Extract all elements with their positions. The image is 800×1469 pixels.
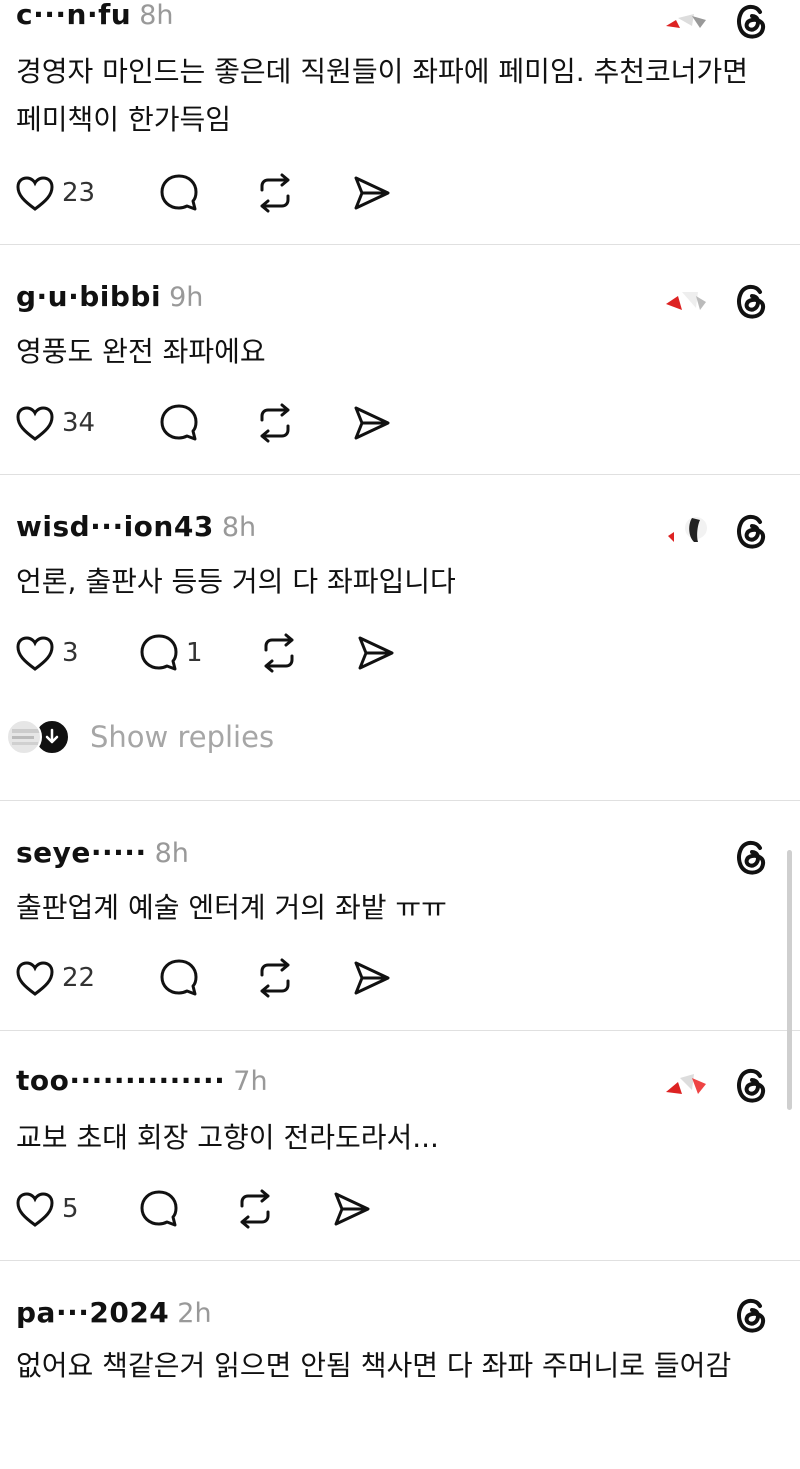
comment-bubble-icon — [160, 404, 198, 441]
repost-icon — [264, 633, 294, 673]
threads-logo-icon[interactable] — [732, 1294, 770, 1336]
comment-button[interactable] — [138, 1187, 234, 1231]
post-header: g·u·bibbi 9h — [16, 280, 203, 320]
username[interactable]: pa···2024 — [16, 1296, 169, 1329]
timestamp: 8h — [154, 838, 189, 869]
share-button[interactable] — [350, 171, 392, 215]
post-text: 언론, 출판사 등등 거의 다 좌파입니다 — [16, 565, 456, 598]
repost-button[interactable] — [254, 401, 350, 445]
share-button[interactable] — [330, 1187, 372, 1231]
like-count: 5 — [62, 1194, 79, 1224]
like-button[interactable]: 5 — [14, 1187, 138, 1231]
share-button[interactable] — [350, 956, 392, 1000]
threads-logo-icon[interactable] — [732, 0, 770, 42]
timestamp: 7h — [233, 1066, 268, 1097]
comment-button[interactable] — [158, 401, 254, 445]
heart-icon — [16, 1192, 54, 1227]
repost-icon — [260, 403, 290, 443]
comment-count: 1 — [186, 638, 203, 668]
username[interactable]: seye····· — [16, 836, 147, 869]
timestamp: 9h — [169, 282, 204, 313]
like-count: 23 — [62, 178, 96, 208]
timestamp: 8h — [221, 512, 257, 543]
show-replies-label: Show replies — [90, 720, 275, 754]
share-button[interactable] — [350, 401, 392, 445]
like-count: 22 — [62, 963, 96, 993]
heart-icon — [16, 961, 54, 996]
post-header: pa···2024 2h — [16, 1296, 212, 1336]
comment-button[interactable]: 1 — [138, 631, 258, 675]
timestamp: 8h — [139, 0, 174, 31]
repost-icon — [260, 173, 290, 213]
post-header: c···n·fu 8h — [16, 0, 174, 38]
divider — [0, 244, 800, 245]
action-bar: 34 — [14, 401, 392, 445]
repost-icon — [240, 1189, 270, 1229]
post-text: 교보 초대 회장 고향이 전라도라서... — [16, 1121, 439, 1154]
threads-logo-icon[interactable] — [732, 1064, 770, 1106]
send-icon — [358, 636, 394, 670]
comment-bubble-icon — [140, 1190, 178, 1227]
post-text: 없어요 책같은거 읽으면 안됨 책사면 다 좌파 주머니로 들어감 — [16, 1349, 732, 1382]
show-replies-button[interactable]: Show replies — [6, 714, 274, 760]
scrollbar[interactable] — [787, 850, 792, 1110]
post-header: wisd···ion43 8h — [16, 510, 256, 550]
heart-icon — [16, 176, 54, 211]
repost-button[interactable] — [234, 1187, 330, 1231]
divider — [0, 1030, 800, 1031]
divider — [0, 1260, 800, 1261]
repost-button[interactable] — [254, 956, 350, 1000]
liker-avatar[interactable] — [662, 284, 708, 314]
post-header: seye····· 8h — [16, 836, 189, 876]
send-icon — [354, 176, 390, 210]
like-count: 34 — [62, 408, 96, 438]
threads-logo-icon[interactable] — [732, 510, 770, 552]
repost-icon — [260, 958, 290, 998]
divider — [0, 800, 800, 801]
username[interactable]: c···n·fu — [16, 0, 131, 31]
like-button[interactable]: 3 — [14, 631, 138, 675]
like-button[interactable]: 23 — [14, 171, 158, 215]
liker-avatar[interactable] — [662, 1068, 708, 1098]
username[interactable]: too·············· — [16, 1064, 225, 1097]
send-icon — [354, 406, 390, 440]
heart-icon — [16, 406, 54, 441]
liker-avatar[interactable] — [662, 4, 708, 34]
heart-icon — [16, 636, 54, 671]
action-bar: 3 1 — [14, 631, 396, 675]
action-bar: 22 — [14, 956, 392, 1000]
comment-button[interactable] — [158, 171, 254, 215]
comment-bubble-icon — [160, 174, 198, 211]
send-icon — [334, 1192, 370, 1226]
username[interactable]: g·u·bibbi — [16, 280, 161, 313]
share-button[interactable] — [354, 631, 396, 675]
comment-button[interactable] — [158, 956, 254, 1000]
repost-button[interactable] — [258, 631, 354, 675]
username[interactable]: wisd···ion43 — [16, 510, 214, 543]
avatar — [6, 719, 42, 755]
divider — [0, 474, 800, 475]
send-icon — [354, 961, 390, 995]
timestamp: 2h — [177, 1298, 212, 1329]
comment-bubble-icon — [140, 634, 178, 671]
like-count: 3 — [62, 638, 79, 668]
like-button[interactable]: 22 — [14, 956, 158, 1000]
post-header: too·············· 7h — [16, 1064, 268, 1104]
action-bar: 5 — [14, 1187, 372, 1231]
post-text: 경영자 마인드는 좋은데 직원들이 좌파에 페미임. 추천코너가면 페미책이 한… — [16, 55, 749, 136]
post-text: 출판업계 예술 엔터계 거의 좌밭 ㅠㅠ — [16, 891, 447, 924]
repost-button[interactable] — [254, 171, 350, 215]
comment-bubble-icon — [160, 959, 198, 996]
liker-avatar[interactable] — [662, 514, 708, 544]
threads-logo-icon[interactable] — [732, 836, 770, 878]
like-button[interactable]: 34 — [14, 401, 158, 445]
post-text: 영풍도 완전 좌파에요 — [16, 335, 266, 368]
action-bar: 23 — [14, 171, 392, 215]
threads-logo-icon[interactable] — [732, 280, 770, 322]
